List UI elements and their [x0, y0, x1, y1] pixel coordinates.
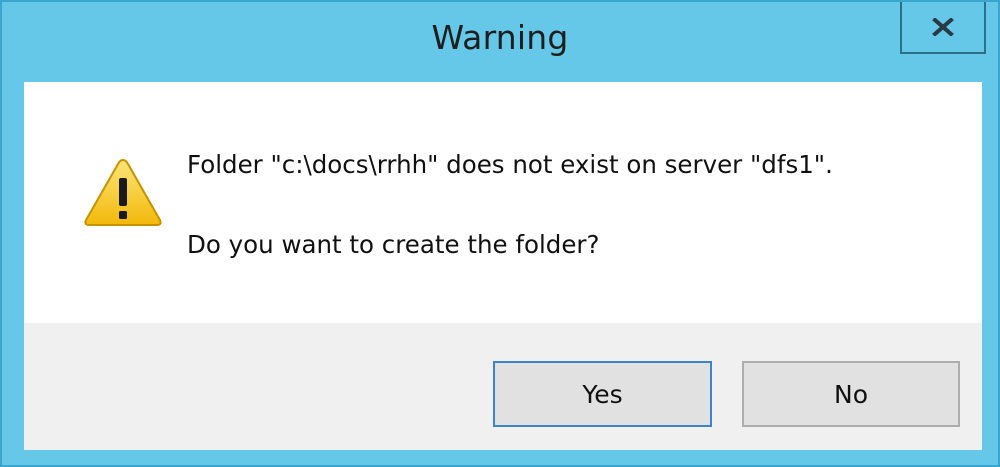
button-bar: Yes No	[24, 323, 982, 450]
dialog-title: Warning	[431, 18, 569, 57]
yes-button[interactable]: Yes	[493, 361, 712, 427]
no-button[interactable]: No	[742, 361, 960, 427]
warning-triangle-icon	[84, 158, 162, 226]
message-line-2: Do you want to create the folder?	[187, 230, 600, 259]
close-icon	[932, 18, 954, 36]
title-bar[interactable]: Warning	[2, 2, 998, 82]
close-button[interactable]	[900, 2, 986, 54]
warning-dialog: Warning Folder "c:\docs\rrhh" does not e…	[0, 0, 1000, 467]
message-line-1: Folder "c:\docs\rrhh" does not exist on …	[187, 150, 833, 179]
message-area: Folder "c:\docs\rrhh" does not exist on …	[24, 82, 982, 323]
